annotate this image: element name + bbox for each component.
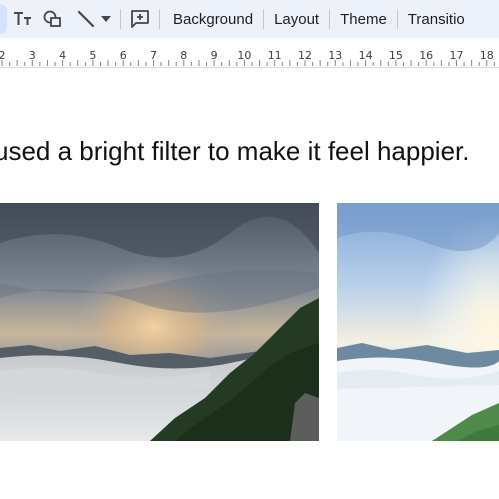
transition-button[interactable]: Transitio (398, 4, 475, 34)
layout-button[interactable]: Layout (264, 4, 329, 34)
ruler-label: 4 (59, 49, 66, 62)
ruler-label: 14 (359, 49, 373, 62)
theme-button[interactable]: Theme (330, 4, 397, 34)
original-photo[interactable] (0, 203, 319, 441)
text-format-icon (14, 12, 31, 25)
selected-tool-highlight (0, 4, 7, 34)
shape-button[interactable] (42, 4, 64, 34)
shapes-icon (43, 10, 61, 27)
line-button[interactable] (76, 4, 96, 34)
ruler-label: 9 (211, 49, 218, 62)
line-dropdown-button[interactable] (100, 4, 112, 34)
line-icon (77, 10, 95, 28)
ruler-label: 10 (237, 49, 251, 62)
toolbar: Background Layout Theme Transitio (0, 0, 499, 38)
slide-caption[interactable]: used a bright filter to make it feel hap… (0, 136, 470, 167)
ruler-label: 8 (180, 49, 187, 62)
mountain-landscape-image (0, 203, 319, 441)
ruler-scale: 2 3 4 5 6 7 8 9 10 11 12 13 14 15 16 17 18 (0, 49, 495, 66)
bright-landscape-image (337, 203, 499, 441)
ruler-label: 15 (389, 49, 403, 62)
ruler-label: 12 (298, 49, 312, 62)
ruler-label: 2 (0, 49, 6, 62)
ruler-label: 13 (328, 49, 342, 62)
ruler-label: 7 (150, 49, 157, 62)
ruler-label: 11 (268, 49, 282, 62)
ruler-label: 5 (89, 49, 96, 62)
ruler-label: 16 (419, 49, 433, 62)
filtered-photo[interactable] (337, 203, 499, 441)
insert-comment-icon (131, 10, 149, 28)
ruler-label: 18 (480, 49, 494, 62)
separator (120, 9, 121, 29)
insert-comment-button[interactable] (129, 4, 151, 34)
chevron-down-icon (101, 16, 111, 22)
ruler-label: 17 (450, 49, 464, 62)
ruler-label: 6 (120, 49, 127, 62)
text-format-button[interactable] (12, 4, 34, 34)
horizontal-ruler: 2 3 4 5 6 7 8 9 10 11 12 13 14 15 16 17 18 (0, 38, 499, 68)
ruler-label: 3 (29, 49, 36, 62)
background-button[interactable]: Background (160, 4, 263, 34)
